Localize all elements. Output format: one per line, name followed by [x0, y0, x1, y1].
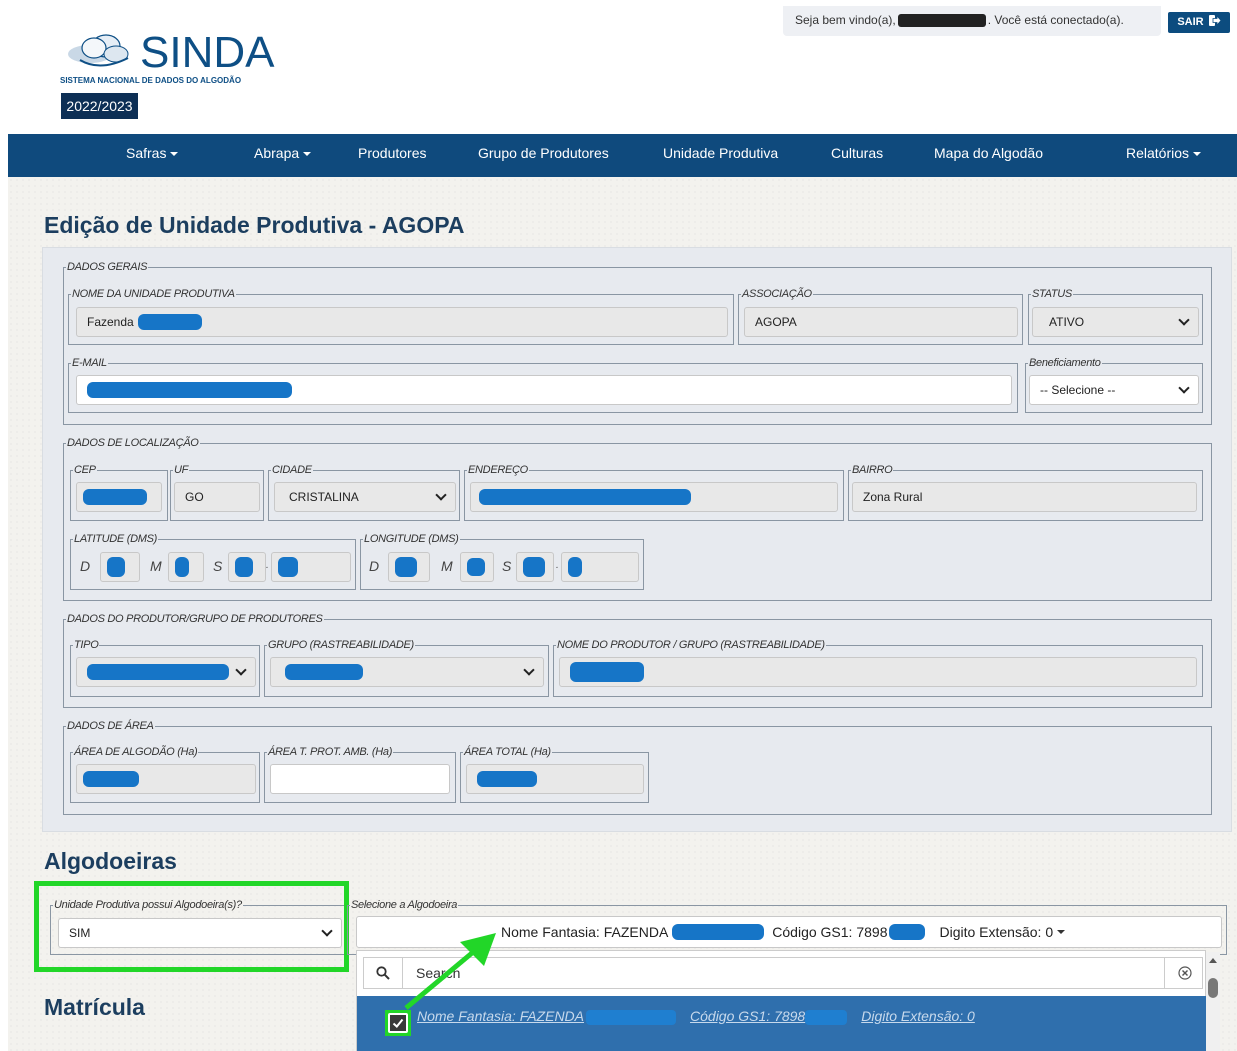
legend-dados-gerais: DADOS GERAIS	[67, 261, 148, 273]
nav-safras[interactable]: Safras	[126, 134, 179, 177]
chevron-down-icon	[235, 664, 247, 676]
redacted-value	[235, 557, 253, 577]
redacted-value	[87, 382, 292, 398]
associacao-input[interactable]: AGOPA	[744, 307, 1018, 337]
redacted-value	[568, 557, 582, 577]
clear-search-icon[interactable]	[1178, 966, 1192, 980]
latitude-seconds-input[interactable]	[228, 552, 266, 582]
redacted-value	[107, 557, 125, 577]
area-prot-amb-input[interactable]	[270, 764, 450, 794]
redacted-value	[83, 771, 139, 787]
area-algodao-input[interactable]	[76, 764, 256, 794]
email-field[interactable]	[76, 375, 1012, 405]
welcome-message: Seja bem vindo(a), . Você está conectado(…	[783, 6, 1161, 36]
nome-produtor-input[interactable]	[559, 657, 1197, 687]
nav-abrapa[interactable]: Abrapa	[254, 134, 312, 177]
annotation-arrow	[404, 933, 496, 1010]
redacted-value	[586, 1009, 677, 1025]
caret-down-icon	[303, 152, 312, 157]
chevron-down-icon	[523, 664, 535, 676]
area-total-input[interactable]	[466, 764, 644, 794]
sinda-logo[interactable]: SINDA SISTEMA NACIONAL DE DADOS DO ALGOD…	[60, 26, 320, 86]
dropdown-scrollbar[interactable]	[1206, 952, 1220, 1051]
longitude-minutes-input[interactable]	[460, 552, 494, 582]
nav-mapa-algodao[interactable]: Mapa do Algodão	[934, 134, 1043, 177]
redacted-value	[479, 489, 691, 505]
redacted-value	[672, 924, 765, 940]
longitude-degrees-input[interactable]	[388, 552, 430, 582]
redacted-value	[137, 314, 202, 330]
latitude-degrees-input[interactable]	[100, 552, 140, 582]
redacted-value	[523, 557, 545, 577]
redacted-value	[477, 771, 537, 787]
main-navbar: Safras Abrapa Produtores Grupo de Produt…	[8, 134, 1237, 177]
endereco-input[interactable]	[470, 482, 838, 512]
logo-text: SINDA	[140, 28, 275, 77]
redacted-value	[889, 924, 926, 940]
tipo-select[interactable]	[76, 657, 256, 687]
logout-label: SAIR	[1177, 16, 1204, 28]
redacted-value	[175, 557, 189, 577]
nav-culturas[interactable]: Culturas	[831, 134, 883, 177]
status-select[interactable]: ATIVO	[1032, 307, 1199, 337]
latitude-decimal-input[interactable]	[271, 552, 351, 582]
chevron-down-icon	[1178, 382, 1190, 394]
highlight-box-possui	[34, 881, 349, 972]
bairro-input[interactable]: Zona Rural	[852, 482, 1197, 512]
caret-down-icon	[170, 152, 179, 157]
header: Seja bem vindo(a), . Você está conectado(…	[0, 0, 1237, 134]
redacted-value	[83, 489, 147, 505]
caret-down-icon	[1057, 930, 1066, 934]
algodoeiras-heading: Algodoeiras	[44, 848, 177, 874]
chevron-down-icon	[1178, 314, 1190, 326]
chevron-down-icon	[435, 489, 447, 501]
beneficiamento-select[interactable]: -- Selecione --	[1029, 375, 1199, 405]
logo-subtitle: SISTEMA NACIONAL DE DADOS DO ALGODÃO	[60, 76, 242, 85]
welcome-suffix: . Você está conectado(a).	[987, 13, 1124, 27]
search-divider	[1164, 958, 1165, 988]
latitude-minutes-input[interactable]	[168, 552, 204, 582]
nav-relatorios[interactable]: Relatórios	[1126, 134, 1202, 177]
redacted-value	[278, 557, 298, 577]
welcome-prefix: Seja bem vindo(a),	[795, 13, 896, 27]
matricula-heading: Matrícula	[44, 994, 145, 1020]
caret-down-icon	[1193, 152, 1202, 157]
redacted-value	[285, 664, 363, 680]
page-title: Edição de Unidade Produtiva - AGOPA	[44, 212, 465, 238]
search-icon	[376, 966, 390, 980]
redacted-value	[805, 1009, 848, 1025]
redacted-value	[395, 557, 417, 577]
longitude-decimal-input[interactable]	[561, 552, 639, 582]
cep-input[interactable]	[76, 482, 162, 512]
nav-produtores[interactable]: Produtores	[358, 134, 426, 177]
redacted-username	[897, 14, 986, 28]
nome-unidade-input[interactable]: Fazenda	[76, 307, 728, 337]
redacted-value	[570, 662, 644, 682]
nav-grupo-produtores[interactable]: Grupo de Produtores	[478, 134, 609, 177]
longitude-seconds-input[interactable]	[516, 552, 554, 582]
scrollbar-thumb[interactable]	[1208, 978, 1218, 998]
logout-icon	[1208, 14, 1222, 27]
harvest-year-badge: 2022/2023	[61, 93, 138, 119]
logout-button[interactable]: SAIR	[1168, 12, 1230, 33]
cidade-select[interactable]: CRISTALINA	[274, 482, 456, 512]
cotton-flower-icon	[68, 34, 129, 67]
grupo-select[interactable]	[270, 657, 544, 687]
uf-input[interactable]: GO	[174, 482, 260, 512]
nav-unidade-produtiva[interactable]: Unidade Produtiva	[663, 134, 778, 177]
redacted-value	[467, 558, 485, 576]
scroll-up-icon[interactable]	[1209, 958, 1217, 963]
redacted-value	[87, 664, 229, 680]
